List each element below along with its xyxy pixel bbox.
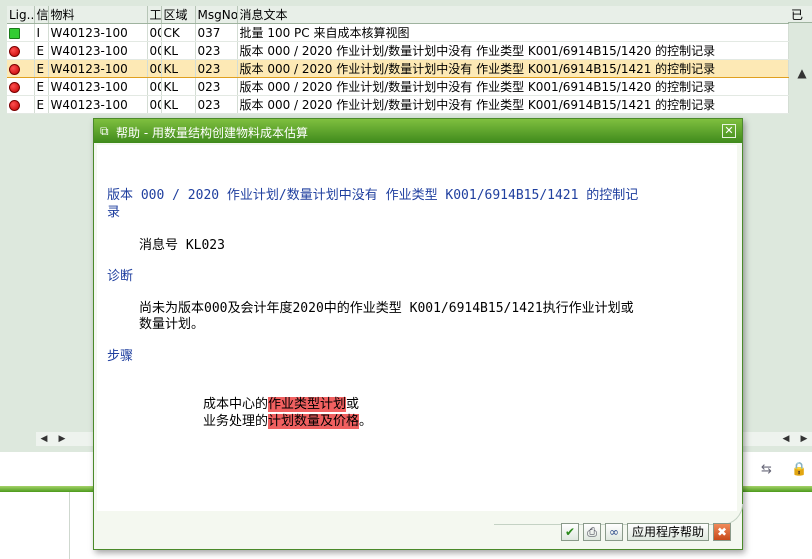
message-text-cell: 版本 000 / 2020 作业计划/数量计划中没有 作业类型 K001/691… [237,95,789,114]
area-cell: KL [161,41,196,60]
binoculars-icon: ∞ [609,525,619,539]
lock-icon[interactable]: 🔒 [791,462,807,477]
material-cell: W40123-100 [48,77,148,96]
diagnosis-line1: 尚未为版本000及会计年度2020中的作业类型 K001/6914B15/142… [139,301,634,316]
check-icon: ✔ [564,525,576,539]
status-light [7,59,35,78]
material-cell: W40123-100 [48,41,148,60]
procedure-title: 步骤 [107,349,134,364]
help-dialog: ⧉ 帮助 - 用数量结构创建物料成本估算 ✕ 版本 000 / 2020 作业计… [93,118,743,550]
msgno-cell: 037 [195,23,238,42]
status-light [7,41,35,60]
cancel-button[interactable]: ✖ [713,523,731,541]
msg-type-cell: E [34,95,49,114]
col-header-type[interactable]: 信 [34,6,49,24]
material-cell: W40123-100 [48,23,148,42]
col-header-material[interactable]: 物料 [48,6,148,24]
msg-type-cell: E [34,59,49,78]
scroll-up-icon[interactable]: ▲ [795,66,809,80]
msgno-cell: 023 [195,59,238,78]
material-cell: W40123-100 [48,59,148,78]
msg-type-cell: E [34,41,49,60]
table-row-selected[interactable]: E W40123-100 00 KL 023 版本 000 / 2020 作业计… [7,59,789,78]
bottom-toolbar: ⇆ 🔒 [745,462,812,482]
confirm-button[interactable]: ✔ [561,523,579,541]
divider [69,492,70,559]
col-header-msgno[interactable]: MsgNo [195,6,238,24]
col-header-area[interactable]: 区域 [161,6,196,24]
table-row[interactable]: I W40123-100 00 CK 037 批量 100 PC 来自成本核算视… [7,23,789,42]
procedure-step2: 业务处理的计划数量及价格。 [203,410,372,429]
diagnosis-title: 诊断 [107,269,134,284]
help-content: 版本 000 / 2020 作业计划/数量计划中没有 作业类型 K001/691… [97,145,737,511]
footer-curve [494,504,743,525]
message-text-cell: 版本 000 / 2020 作业计划/数量计划中没有 作业类型 K001/691… [237,59,789,78]
plant-cell: 00 [147,41,162,60]
plant-cell: 00 [147,23,162,42]
plan-quantity-price-link[interactable]: 计划数量及价格 [268,414,360,429]
help-window-icon: ⧉ [100,124,109,138]
grid-header-row: Lig... 信 物料 工 区域 MsgNo 消息文本 [7,6,789,24]
message-grid: Lig... 信 物料 工 区域 MsgNo 消息文本 I W40123-100… [7,6,789,114]
red-light-icon [9,99,20,111]
step2-prefix: 业务处理的 [203,414,269,429]
dialog-titlebar[interactable]: ⧉ 帮助 - 用数量结构创建物料成本估算 ✕ [94,119,742,143]
table-row[interactable]: E W40123-100 00 KL 023 版本 000 / 2020 作业计… [7,77,789,96]
help-heading-line1: 版本 000 / 2020 作业计划/数量计划中没有 作业类型 K001/691… [107,188,639,203]
col-header-read[interactable]: 已醒 [788,6,812,23]
area-cell: KL [161,77,196,96]
red-light-icon [9,45,20,57]
status-light [7,77,35,96]
msgno-cell: 023 [195,41,238,60]
plant-cell: 00 [147,59,162,78]
msg-type-cell: E [34,77,49,96]
col-header-plant[interactable]: 工 [147,6,162,24]
layout-icon[interactable]: ⇆ [761,462,772,477]
col-header-light[interactable]: Lig... [7,6,35,24]
red-light-icon [9,63,20,75]
print-button[interactable]: ⎙ [583,523,601,541]
plant-cell: 00 [147,77,162,96]
col-header-message-text[interactable]: 消息文本 [237,6,789,24]
close-icon[interactable]: ✕ [722,124,736,138]
message-text-cell: 版本 000 / 2020 作业计划/数量计划中没有 作业类型 K001/691… [237,41,789,60]
table-row[interactable]: E W40123-100 00 KL 023 版本 000 / 2020 作业计… [7,41,789,60]
scroll-left-end-icon[interactable]: ◀ [778,432,794,446]
plant-cell: 00 [147,95,162,114]
find-button[interactable]: ∞ [605,523,623,541]
diagnosis-line2: 数量计划。 [139,317,205,332]
msgno-cell: 023 [195,77,238,96]
message-text-cell: 版本 000 / 2020 作业计划/数量计划中没有 作业类型 K001/691… [237,77,789,96]
msg-type-cell: I [34,23,49,42]
printer-icon: ⎙ [587,525,597,539]
scroll-right-end-icon[interactable]: ▶ [796,432,812,446]
message-number: 消息号 KL023 [139,238,225,253]
status-light [7,95,35,114]
scroll-right-icon[interactable]: ▶ [54,432,70,446]
material-cell: W40123-100 [48,95,148,114]
application-help-button[interactable]: 应用程序帮助 [627,523,709,541]
status-light [7,23,35,42]
cancel-icon: ✖ [716,525,728,539]
scroll-left-icon[interactable]: ◀ [36,432,52,446]
message-text-cell: 批量 100 PC 来自成本核算视图 [237,23,789,42]
area-cell: KL [161,95,196,114]
dialog-title: 帮助 - 用数量结构创建物料成本估算 [116,126,308,140]
table-row[interactable]: E W40123-100 00 KL 023 版本 000 / 2020 作业计… [7,95,789,114]
msgno-cell: 023 [195,95,238,114]
red-light-icon [9,81,20,93]
step2-suffix: 。 [359,414,373,429]
green-light-icon [9,27,20,39]
help-heading-line2: 录 [107,205,121,220]
area-cell: CK [161,23,196,42]
area-cell: KL [161,59,196,78]
